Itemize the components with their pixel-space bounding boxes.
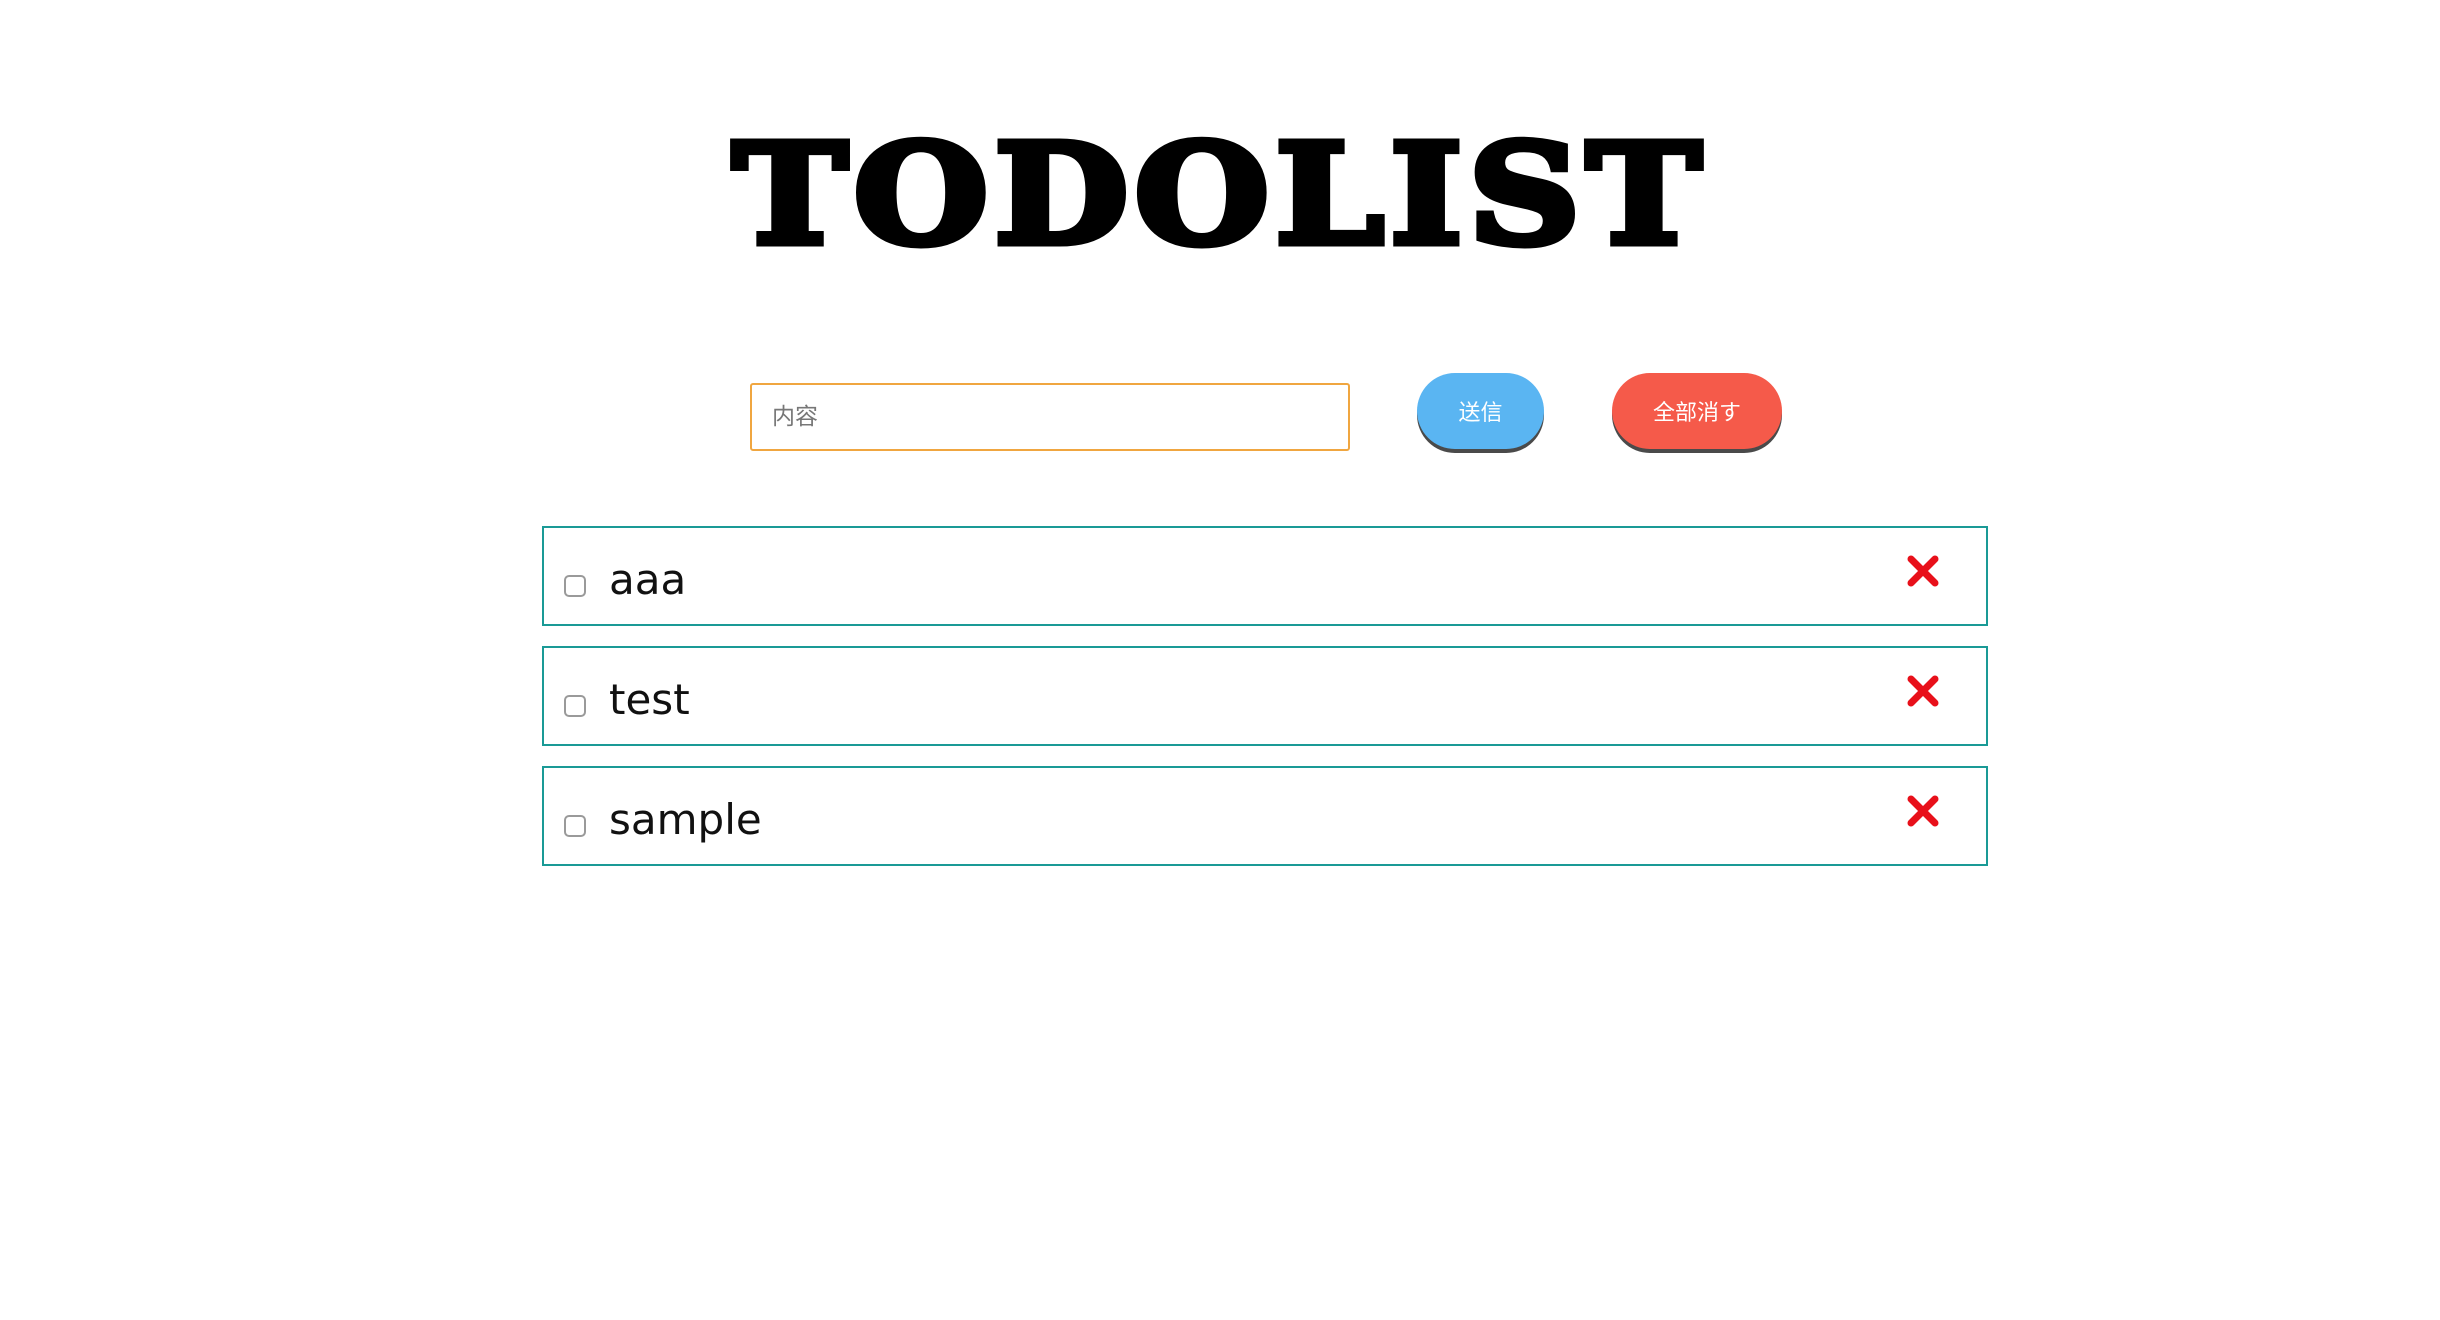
todo-item: test <box>542 646 1988 746</box>
close-icon[interactable] <box>1906 794 1940 828</box>
todo-list: aaa test sample <box>542 526 1988 886</box>
send-button[interactable]: 送信 <box>1417 373 1544 449</box>
todo-text: aaa <box>609 555 687 604</box>
close-icon[interactable] <box>1906 674 1940 708</box>
close-icon[interactable] <box>1906 554 1940 588</box>
todo-checkbox[interactable] <box>564 815 586 837</box>
todo-text: test <box>609 675 690 724</box>
todo-item: sample <box>542 766 1988 866</box>
todo-checkbox[interactable] <box>564 575 586 597</box>
todo-text: sample <box>609 795 762 844</box>
todo-input[interactable] <box>750 383 1350 451</box>
todo-item: aaa <box>542 526 1988 626</box>
page-title: TODOLIST <box>728 113 1708 277</box>
clear-all-button[interactable]: 全部消す <box>1612 373 1782 449</box>
todo-checkbox[interactable] <box>564 695 586 717</box>
